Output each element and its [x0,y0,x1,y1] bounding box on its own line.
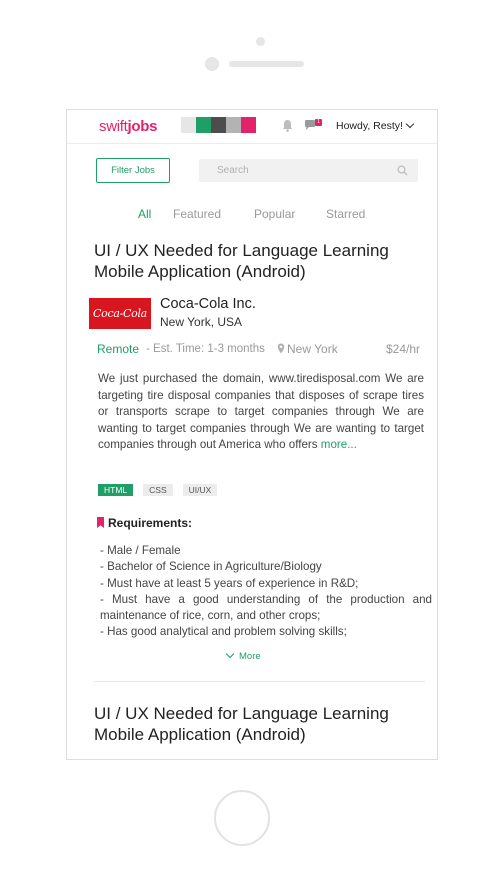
swatch[interactable] [181,117,196,133]
more-toggle-button[interactable]: More [225,649,261,662]
more-toggle-label: More [239,651,261,662]
job-rate: $24/hr [386,342,421,356]
requirement-item: - Must have at least 5 years of experien… [100,576,359,590]
logo-part-swift: swift [99,118,128,135]
tab-popular[interactable]: Popular [254,207,295,221]
read-more-link[interactable]: more... [321,438,357,451]
bookmark-icon [97,517,104,528]
skill-tag[interactable]: HTML [98,484,134,496]
messages-count-badge: 1 [315,119,322,126]
estimated-time: - Est. Time: 1-3 months [146,343,265,355]
location-pin-icon [277,343,285,354]
app-screen: swiftjobs 1 Howdy, Resty! Filter Jobs Al… [66,109,438,760]
filter-jobs-button[interactable]: Filter Jobs [96,158,170,183]
job-title-line: UI / UX Needed for Language Learning [94,241,389,260]
work-type: Remote [97,342,140,356]
job-place: New York [287,342,338,356]
company-logo: Coca-Cola [89,298,151,329]
job-title[interactable]: UI / UX Needed for Language Learning Mob… [94,703,424,745]
logo-part-jobs: jobs [127,118,158,135]
tab-all[interactable]: All [138,207,151,221]
card-divider [94,681,425,682]
job-title[interactable]: UI / UX Needed for Language Learning Mob… [94,240,424,282]
bell-icon[interactable] [282,119,293,132]
requirement-item: - Has good analytical and problem solvin… [100,625,347,639]
requirements-list: - Male / Female - Bachelor of Science in… [100,543,432,641]
swatch[interactable] [226,117,241,133]
job-tabs: All Featured Popular Starred [67,207,437,223]
tab-starred[interactable]: Starred [326,207,365,221]
job-description: We just purchased the domain, www.tiredi… [98,371,424,454]
swatch[interactable] [196,117,211,133]
earpiece-speaker [229,61,304,67]
skill-tag[interactable]: CSS [143,484,173,496]
swatch[interactable] [241,117,256,133]
swiftjobs-logo[interactable]: swiftjobs [99,118,157,135]
job-description-text: We just purchased the domain, www.tiredi… [98,372,424,451]
search-input[interactable] [199,159,418,182]
requirement-item: - Must have a good understanding of the … [100,592,432,623]
home-button[interactable] [214,790,270,846]
requirements-heading-text: Requirements: [108,516,193,530]
proximity-sensor [205,57,219,71]
job-title-line: UI / UX Needed for Language Learning [94,704,389,723]
company-name[interactable]: Coca-Cola Inc. [160,296,256,312]
chevron-down-icon [225,649,235,659]
job-title-line: Mobile Application (Android) [94,262,306,281]
tab-featured[interactable]: Featured [173,207,221,221]
requirement-item: - Male / Female [100,544,181,557]
requirements-heading: Requirements: [97,516,192,530]
requirement-item: - Bachelor of Science in Agriculture/Bio… [100,560,322,574]
front-camera [256,37,265,46]
skill-tags: HTML CSS UI/UX [98,484,227,496]
company-logo-text: Coca-Cola [93,307,147,320]
swatch[interactable] [211,117,226,133]
job-title-line: Mobile Application (Android) [94,725,306,744]
job-meta: Remote - Est. Time: 1-3 months New York … [97,342,427,358]
search-icon[interactable] [397,165,408,176]
user-menu[interactable]: Howdy, Resty! [336,119,415,132]
app-header: swiftjobs 1 Howdy, Resty! [67,110,437,144]
color-swatches [181,117,256,133]
chevron-down-icon [405,119,415,129]
company-location: New York, USA [160,315,243,329]
user-greeting: Howdy, Resty! [336,120,403,132]
skill-tag[interactable]: UI/UX [182,484,218,496]
